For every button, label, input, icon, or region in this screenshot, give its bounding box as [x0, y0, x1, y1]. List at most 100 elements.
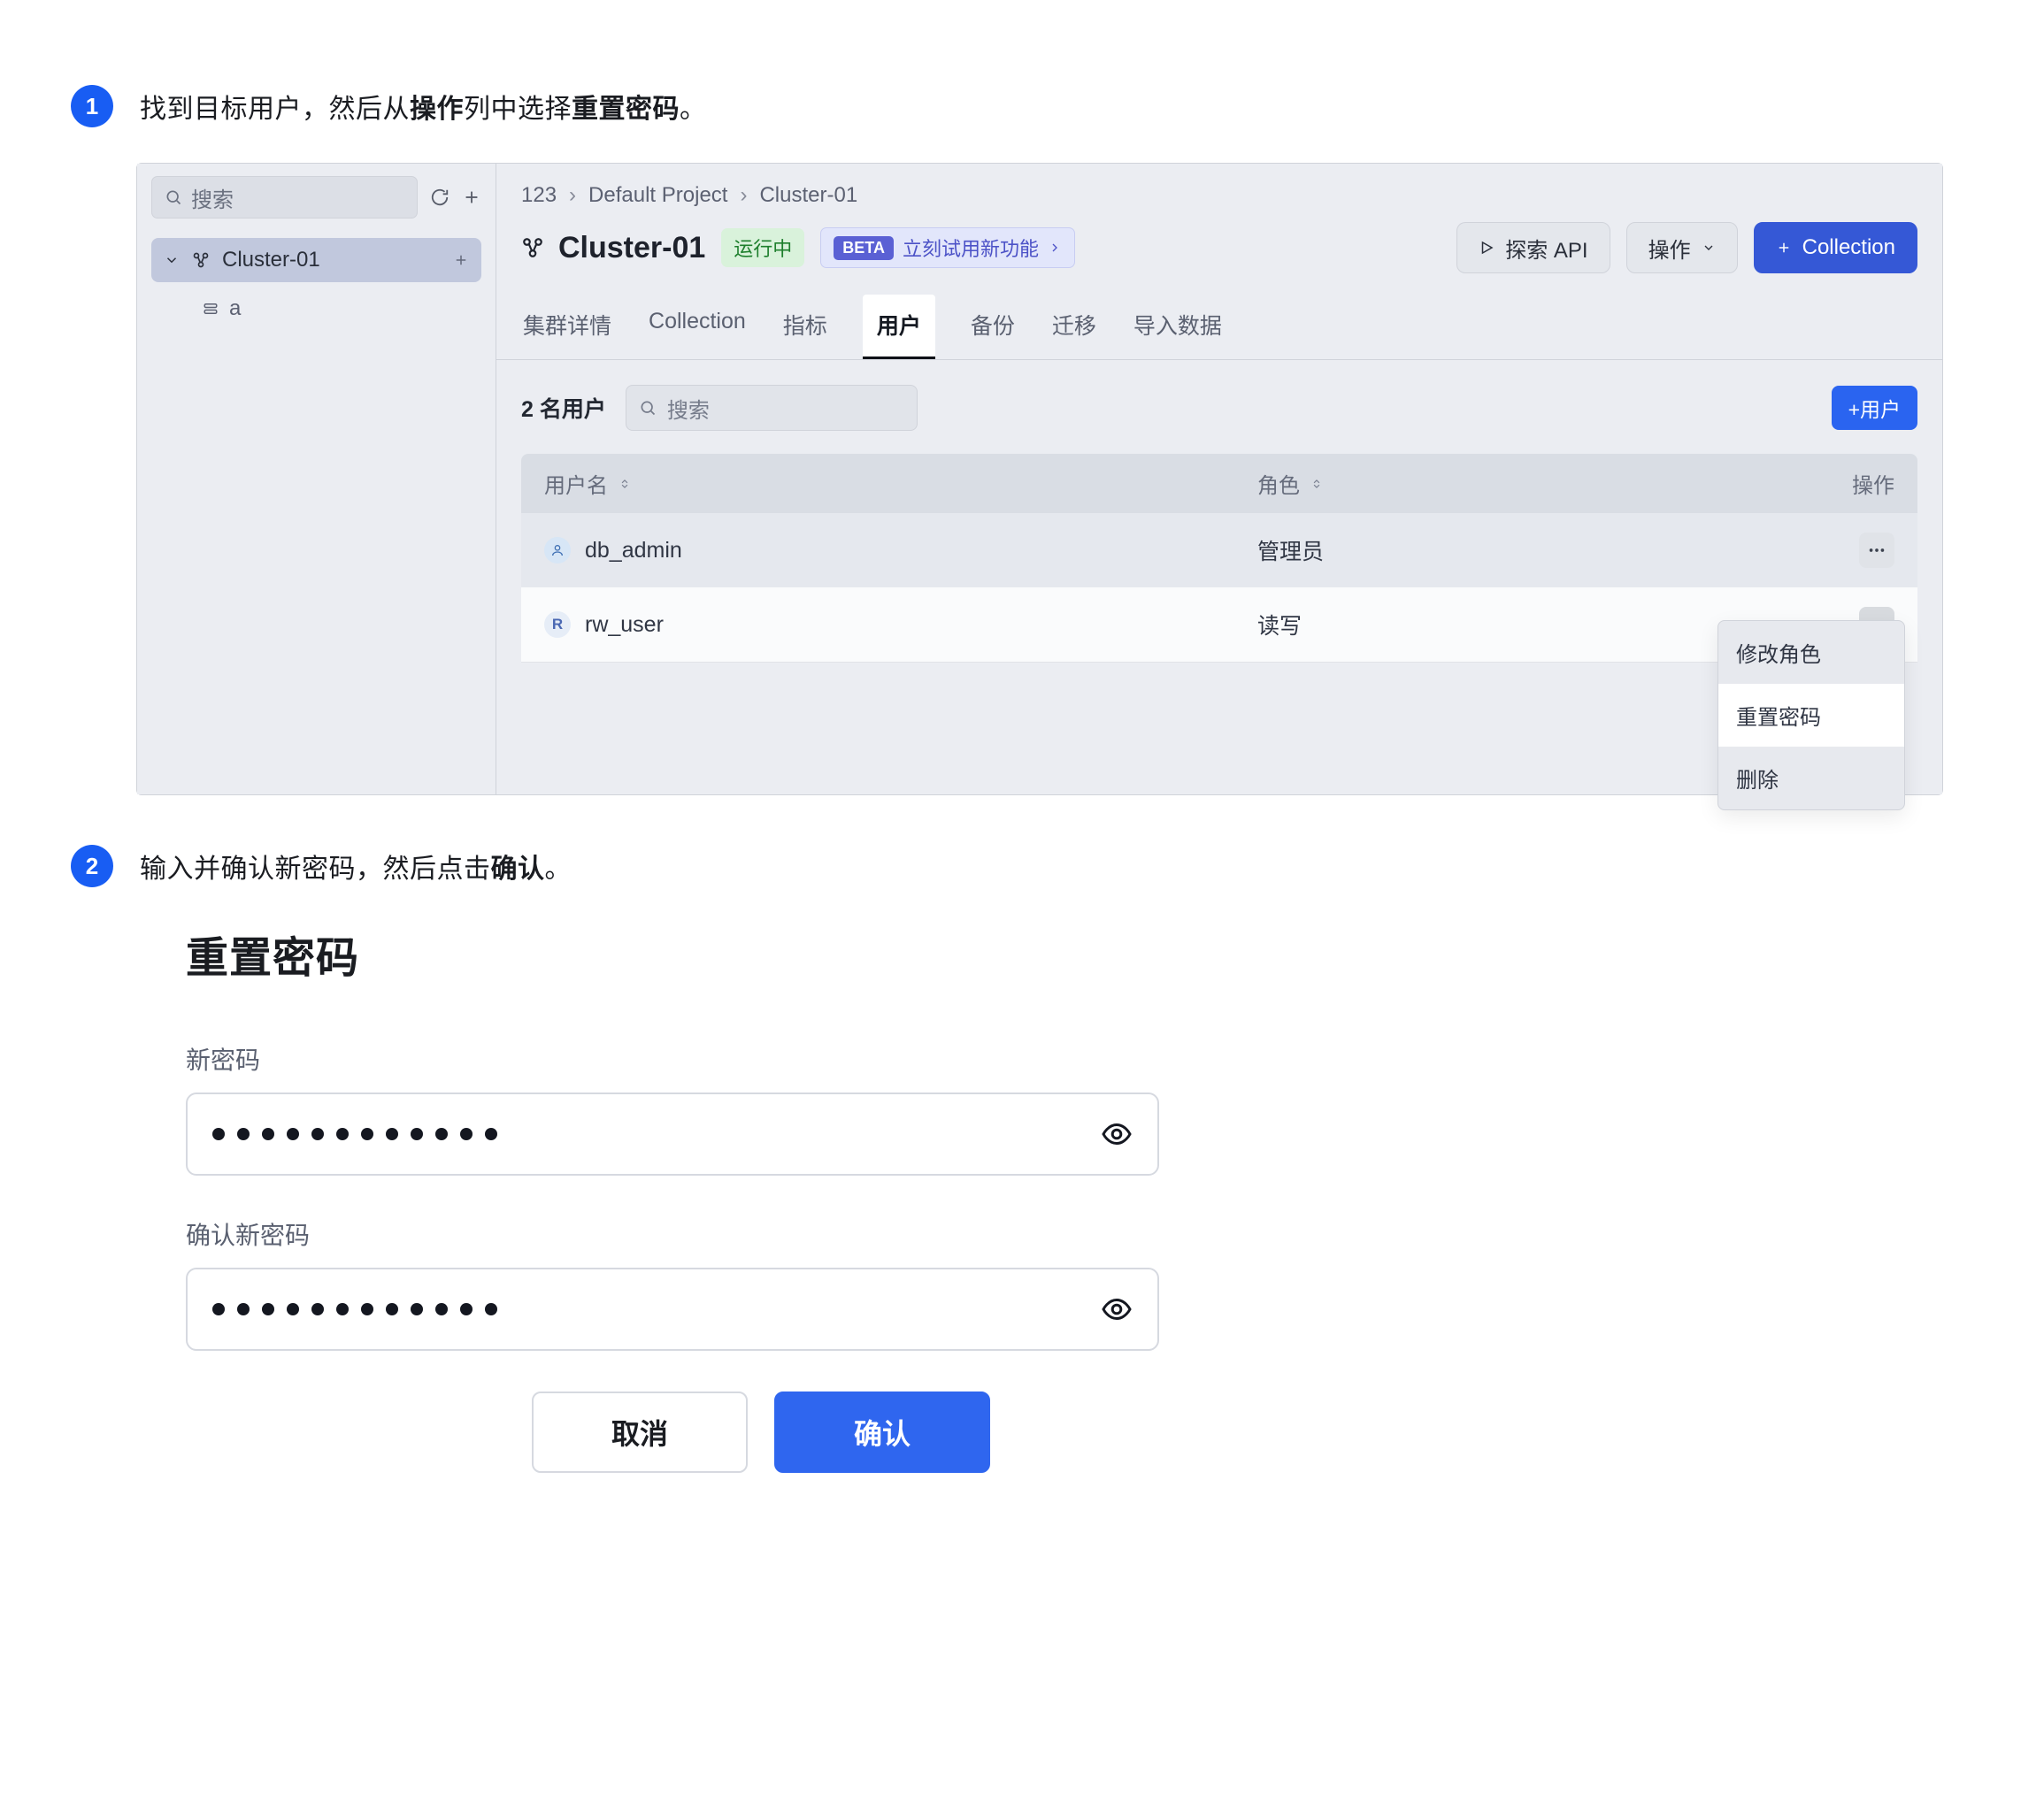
th-name-label: 用户名: [544, 468, 608, 499]
refresh-icon[interactable]: [430, 188, 450, 207]
chevron-down-icon: [164, 252, 180, 268]
add-collection-button[interactable]: Collection: [1754, 222, 1917, 273]
cell-role: 读写: [1257, 609, 1717, 640]
crumb-0[interactable]: 123: [521, 183, 557, 208]
step-2-bold-1: 确认: [491, 855, 545, 884]
beta-text: 立刻试用新功能: [903, 234, 1039, 262]
table-row: db_admin管理员: [521, 513, 1917, 587]
status-chip: 运行中: [721, 228, 804, 267]
row-context-menu: 修改角色重置密码删除: [1717, 620, 1905, 810]
crumb-2[interactable]: Cluster-01: [759, 183, 857, 208]
table-row: Rrw_user读写: [521, 587, 1917, 662]
sidebar-search-placeholder: 搜索: [191, 182, 234, 213]
user-avatar: [544, 537, 571, 564]
password-mask: [212, 1303, 497, 1315]
sidebar-search-input[interactable]: 搜索: [151, 176, 418, 218]
sidebar-child-label: a: [229, 296, 241, 321]
confirm-password-input[interactable]: [186, 1268, 1159, 1351]
new-password-input[interactable]: [186, 1092, 1159, 1176]
menu-item-1[interactable]: 重置密码: [1718, 684, 1904, 747]
sort-icon: [1310, 478, 1323, 490]
tabs: 集群详情 Collection 指标用户备份迁移导入数据: [496, 295, 1942, 360]
users-count: 2 名用户: [521, 392, 606, 424]
row-actions-button[interactable]: [1859, 533, 1894, 568]
tab-4[interactable]: 备份: [969, 295, 1017, 359]
step-2-text: 输入并确认新密码，然后点击确认。: [140, 847, 572, 886]
tab-5[interactable]: 迁移: [1050, 295, 1098, 359]
crumb-1[interactable]: Default Project: [588, 183, 727, 208]
step-2-text-a: 输入并确认新密码，然后点击: [140, 855, 491, 884]
sidebar-item-cluster[interactable]: Cluster-01: [151, 238, 481, 282]
sidebar-child-item[interactable]: a: [151, 282, 481, 321]
step-1-text-a: 找到目标用户，然后从: [140, 95, 410, 124]
sidebar-selected-label: Cluster-01: [222, 248, 320, 272]
step-1-text-c: 。: [680, 95, 707, 124]
users-search-input[interactable]: 搜索: [626, 385, 918, 431]
tab-3[interactable]: 用户: [863, 295, 935, 359]
cell-action: [1717, 533, 1894, 568]
cell-username: Rrw_user: [544, 611, 1257, 638]
reset-password-form: 重置密码 新密码 确认新密码 取消 确认: [186, 923, 1159, 1473]
operate-label: 操作: [1648, 233, 1691, 264]
th-role-label: 角色: [1257, 468, 1300, 499]
th-action-label: 操作: [1852, 468, 1894, 499]
operate-button[interactable]: 操作: [1626, 222, 1738, 273]
add-user-label: +用户: [1848, 393, 1901, 423]
step-badge-1: 1: [71, 85, 113, 127]
explore-api-button[interactable]: 探索 API: [1456, 222, 1610, 273]
step-2-text-b: 。: [545, 855, 572, 884]
form-title: 重置密码: [186, 923, 1159, 985]
title-row: Cluster-01 运行中 BETA 立刻试用新功能 探索 API: [496, 217, 1942, 295]
tab-2[interactable]: 指标: [781, 295, 829, 359]
th-name[interactable]: 用户名: [544, 468, 1257, 499]
page-title: Cluster-01: [521, 231, 705, 265]
step-1-bold-1: 操作: [410, 95, 464, 124]
sidebar: 搜索 Cluster-01: [137, 164, 496, 794]
plus-white-icon: [1776, 240, 1792, 256]
user-avatar: R: [544, 611, 571, 638]
search-icon: [165, 188, 182, 206]
username-text: db_admin: [585, 538, 682, 564]
step-1-text-b: 列中选择: [464, 95, 572, 124]
step-2-heading: 2 输入并确认新密码，然后点击确认。: [71, 845, 1973, 887]
users-table: 用户名 角色 操作 db_admin管理员: [521, 454, 1917, 794]
sort-icon: [619, 478, 631, 490]
menu-item-0[interactable]: 修改角色: [1718, 621, 1904, 684]
users-search-placeholder: 搜索: [667, 393, 710, 424]
step-1-text: 找到目标用户，然后从操作列中选择重置密码。: [140, 87, 707, 126]
username-text: rw_user: [585, 612, 664, 638]
beta-chip[interactable]: BETA 立刻试用新功能: [820, 227, 1075, 268]
step-1-heading: 1 找到目标用户，然后从操作列中选择重置密码。: [71, 85, 1973, 127]
collection-label: Collection: [1802, 235, 1895, 260]
cell-username: db_admin: [544, 537, 1257, 564]
eye-icon[interactable]: [1101, 1118, 1133, 1150]
beta-tag: BETA: [834, 236, 894, 260]
form-actions: 取消 确认: [363, 1392, 1159, 1473]
th-role[interactable]: 角色: [1257, 468, 1717, 499]
plus-icon[interactable]: [462, 188, 481, 207]
new-password-label: 新密码: [186, 1041, 1159, 1077]
password-mask: [212, 1128, 497, 1140]
table-head: 用户名 角色 操作: [521, 454, 1917, 513]
chevron-down-icon: [1702, 241, 1716, 255]
step-1-bold-2: 重置密码: [572, 95, 680, 124]
tab-1[interactable]: Collection: [647, 295, 748, 359]
main-area: 123 › Default Project › Cluster-01 Clust…: [496, 164, 1942, 794]
step-badge-2: 2: [71, 845, 113, 887]
tab-6[interactable]: 导入数据: [1132, 295, 1224, 359]
search-icon: [639, 399, 657, 417]
confirm-button[interactable]: 确认: [774, 1392, 990, 1473]
cluster-title-icon: [521, 236, 544, 259]
eye-icon[interactable]: [1101, 1293, 1133, 1325]
page-title-text: Cluster-01: [558, 231, 705, 265]
users-bar: 2 名用户 搜索 +用户: [496, 360, 1942, 445]
tab-0[interactable]: 集群详情: [521, 295, 613, 359]
plus-small-icon[interactable]: [453, 252, 469, 268]
cluster-icon: [192, 251, 210, 269]
add-user-button[interactable]: +用户: [1832, 386, 1917, 430]
breadcrumb-sep-1: ›: [740, 183, 747, 208]
chevron-right-icon: [1048, 241, 1062, 255]
cancel-button[interactable]: 取消: [532, 1392, 748, 1473]
breadcrumb: 123 › Default Project › Cluster-01: [496, 164, 1942, 217]
menu-item-2[interactable]: 删除: [1718, 747, 1904, 809]
